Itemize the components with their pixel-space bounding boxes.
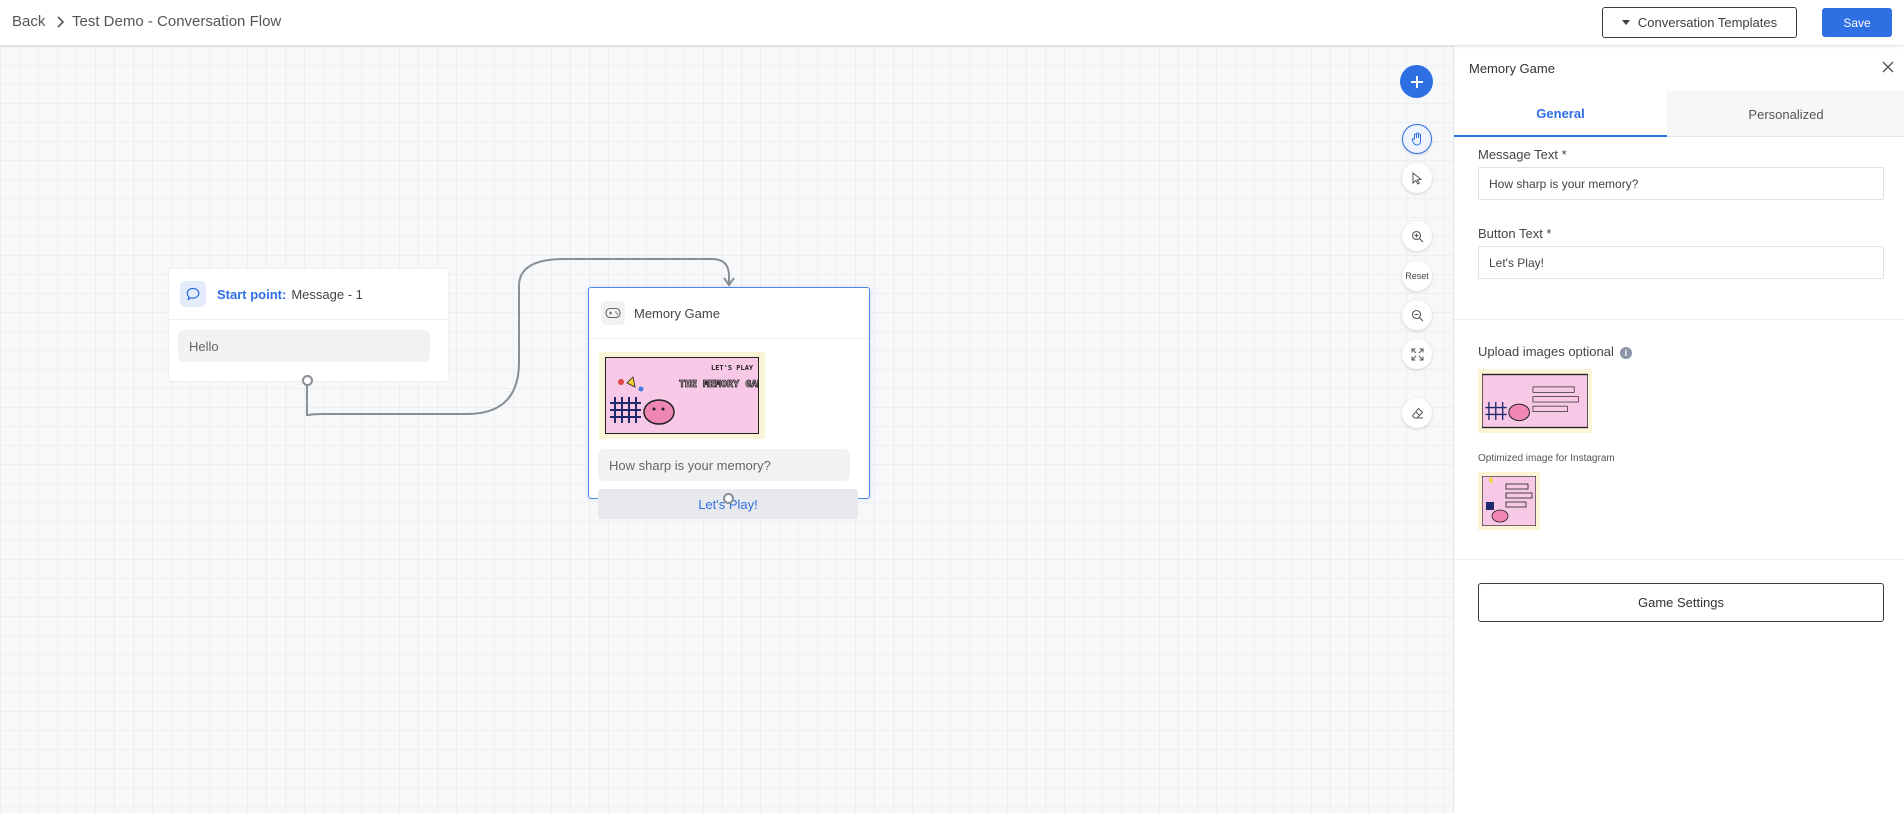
uploaded-image-thumbnail[interactable] xyxy=(1478,369,1592,433)
start-node-header: Start point: Message - 1 xyxy=(169,269,448,320)
conversation-templates-button[interactable]: Conversation Templates xyxy=(1602,7,1797,38)
plus-icon xyxy=(1410,75,1423,88)
eraser-icon xyxy=(1411,407,1423,418)
panel-tabs: General Personalized xyxy=(1454,91,1904,137)
chat-bubble-icon xyxy=(180,281,206,307)
image-caption-top: LET'S PLAY xyxy=(711,364,754,372)
save-button[interactable]: Save xyxy=(1822,8,1892,37)
start-node[interactable]: Start point: Message - 1 Hello xyxy=(169,269,448,386)
hand-icon xyxy=(1411,132,1421,146)
pan-tool-button[interactable] xyxy=(1402,124,1432,154)
select-tool-button[interactable] xyxy=(1402,163,1432,193)
image-caption-main: THE MEMORY GAME xyxy=(679,379,759,390)
back-link[interactable]: Back xyxy=(12,13,45,30)
upload-images-text: Upload images optional xyxy=(1478,344,1614,359)
memory-game-output-port[interactable] xyxy=(723,493,734,504)
button-text-input[interactable] xyxy=(1478,246,1884,279)
tab-personalized[interactable]: Personalized xyxy=(1667,91,1904,137)
pointer-icon xyxy=(1412,171,1423,185)
memory-game-node-header: Memory Game xyxy=(589,288,869,339)
start-point-label: Start point: xyxy=(217,286,287,302)
message-text-label: Message Text * xyxy=(1478,147,1567,162)
top-header: Back Test Demo - Conversation Flow Conve… xyxy=(0,0,1904,46)
optimized-image-label: Optimized image for Instagram xyxy=(1478,453,1615,464)
game-settings-button[interactable]: Game Settings xyxy=(1478,583,1884,622)
expand-icon xyxy=(1411,348,1423,360)
start-message-text: Hello xyxy=(178,330,430,362)
properties-panel: Memory Game General Personalized Message… xyxy=(1453,46,1904,813)
memory-game-question: How sharp is your memory? xyxy=(598,449,850,481)
chevron-right-icon xyxy=(57,16,65,28)
close-icon[interactable] xyxy=(1881,60,1895,74)
eraser-button[interactable] xyxy=(1402,398,1432,428)
tab-general[interactable]: General xyxy=(1454,91,1667,137)
gamepad-icon xyxy=(601,301,625,325)
start-message-name: Message - 1 xyxy=(291,286,363,302)
instagram-image-preview xyxy=(1481,475,1537,527)
reset-zoom-button[interactable]: Reset xyxy=(1402,261,1432,291)
zoom-out-button[interactable] xyxy=(1402,300,1432,330)
info-icon[interactable]: i xyxy=(1619,346,1632,359)
zoom-in-icon xyxy=(1411,230,1423,242)
fit-view-button[interactable] xyxy=(1402,339,1432,369)
memory-game-image: LET'S PLAY THE MEMORY GAME xyxy=(599,352,765,439)
start-node-output-port[interactable] xyxy=(302,375,313,386)
button-text-label: Button Text * xyxy=(1478,226,1552,241)
instagram-image-thumbnail[interactable] xyxy=(1478,472,1540,530)
section-divider xyxy=(1454,319,1904,320)
zoom-in-button[interactable] xyxy=(1402,221,1432,251)
flow-canvas[interactable]: Start point: Message - 1 Hello Memory Ga… xyxy=(0,46,1453,813)
caret-down-icon xyxy=(1621,20,1630,25)
upload-images-label: Upload images optional i xyxy=(1478,344,1632,359)
memory-game-node[interactable]: Memory Game LET'S PLAY THE MEMORY GAME H… xyxy=(588,287,870,519)
conversation-templates-label: Conversation Templates xyxy=(1637,15,1778,30)
memory-game-node-title: Memory Game xyxy=(634,305,720,321)
flow-title: Test Demo - Conversation Flow xyxy=(72,13,282,30)
section-divider xyxy=(1454,559,1904,560)
panel-title: Memory Game xyxy=(1469,61,1555,76)
message-text-input[interactable] xyxy=(1478,167,1884,200)
add-node-button[interactable] xyxy=(1400,65,1433,98)
zoom-out-icon xyxy=(1411,309,1423,321)
uploaded-image-preview xyxy=(1481,373,1589,429)
